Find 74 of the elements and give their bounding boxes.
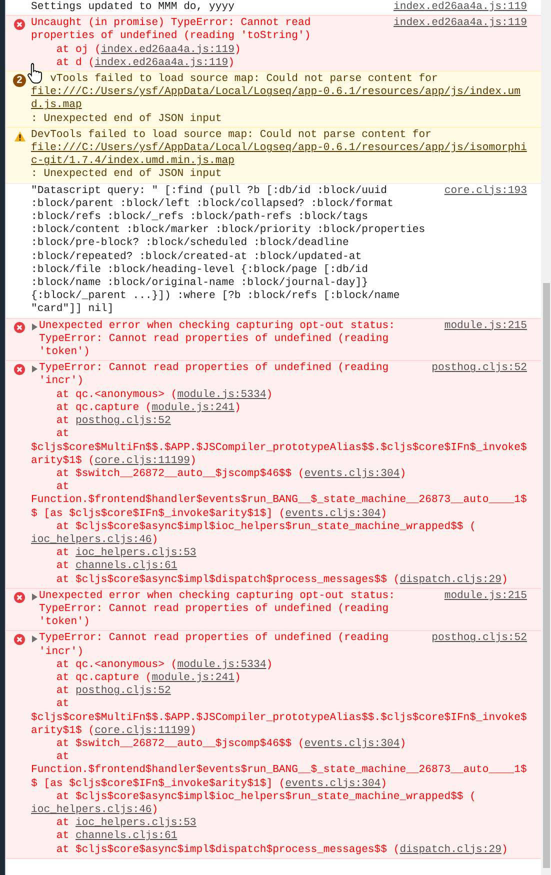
error-icon (14, 322, 25, 333)
stack-frame: at posthog.cljs:52 (31, 685, 527, 698)
source-link[interactable]: channels.cljs:61 (76, 830, 178, 844)
source-link[interactable]: module.js:5334 (177, 658, 266, 672)
stack-frame: at posthog.cljs:52 (31, 415, 527, 428)
source-link[interactable]: channels.cljs:61 (76, 560, 178, 574)
scrollbar-thumb[interactable] (543, 283, 550, 868)
source-link[interactable]: ioc_helpers.cljs:53 (76, 547, 196, 560)
message-text: vTools failed to load source map: Could not parse content for file:///C:/Users/ysf/AppData/Local/Logseq/app-0.6.1/resources/app/js/index.umd.js.map : Unexpected end of JSON input (31, 73, 527, 126)
stack-frame: at Function.$frontend$handler$events$run_BANG__$_state_machine__26873__auto____1$$ [as $cljs$core$IFn$_invoke$arity$1$] (events.cljs:304) (31, 481, 527, 521)
warning-icon (14, 130, 26, 142)
stack-frame: at $cljs$core$async$impl$ioc_helpers$run_state_machine_wrapped$$ ( ioc_helpers.cljs:46) (31, 790, 527, 818)
message-text: TypeError: Cannot read properties of undefined (reading 'incr') (39, 362, 390, 389)
source-link[interactable]: ioc_helpers.cljs:53 (76, 817, 196, 830)
stack-frame: at channels.cljs:61 (31, 560, 527, 574)
error-icon (14, 592, 25, 603)
stack-frame: at channels.cljs:61 (31, 830, 527, 844)
source-link[interactable]: ioc_helpers.cljs:46 (31, 804, 152, 818)
source-link[interactable]: posthog.cljs:52 (76, 685, 171, 698)
source-link[interactable]: index.ed26aa4a.js:119 (393, 1, 527, 14)
source-link[interactable]: events.cljs:304 (304, 738, 400, 752)
source-link[interactable]: core.cljs:11199 (94, 454, 190, 468)
source-link[interactable]: posthog.cljs:52 (432, 632, 527, 646)
error-icon (14, 364, 25, 376)
source-link[interactable]: module.js:5334 (177, 388, 266, 402)
source-link[interactable]: events.cljs:304 (304, 468, 400, 482)
source-link[interactable]: index.ed26aa4a.js:119 (100, 44, 234, 57)
error-icon (14, 19, 25, 30)
stack-frame: at oj (index.ed26aa4a.js:119) (31, 44, 527, 57)
stack-frame: at qc.capture (module.js:241) (31, 672, 527, 686)
message-text: Unexpected error when checking capturing opt-out status: TypeError: Cannot read properties of undefined (reading 'token') (39, 320, 396, 360)
source-link[interactable]: posthog.cljs:52 (76, 415, 171, 428)
source-link[interactable]: events.cljs:304 (285, 508, 381, 521)
source-link[interactable]: ioc_helpers.cljs:46 (31, 534, 152, 548)
source-link[interactable]: module.js:215 (444, 590, 527, 603)
expand-triangle-icon[interactable] (31, 592, 38, 601)
message-text: DevTools failed to load source map: Could not parse content for file:///C:/Users/ysf/AppData/Local/Logseq/app-0.6.1/resources/app/js/isomorphic-git/1.7.4/index.umd.min.js.map : Unexpected end of JSON input (31, 128, 527, 182)
stack-frame: at $cljs$core$MultiFn$$.$APP.$JSCompiler_prototypeAlias$$.$cljs$core$IFn$_invoke$arity$1$ (core.cljs:11199) (31, 698, 527, 738)
expand-triangle-icon[interactable] (31, 635, 38, 644)
stack-frame: at qc.capture (module.js:241) (31, 402, 527, 416)
expand-triangle-icon[interactable] (31, 322, 38, 331)
source-link[interactable]: index.ed26aa4a.js:119 (393, 17, 527, 30)
repeat-count-badge: 2 (13, 74, 26, 88)
stack-frame: at $cljs$core$async$impl$dispatch$process_messages$$ (dispatch.cljs:29) (31, 844, 527, 857)
stack-frame: at d (index.ed26aa4a.js:119) (31, 56, 527, 70)
source-link[interactable]: dispatch.cljs:29 (400, 574, 502, 587)
source-link[interactable]: module.js:215 (444, 320, 527, 333)
expand-triangle-icon[interactable] (31, 365, 38, 374)
message-text: Uncaught (in promise) TypeError: Cannot read properties of undefined (reading 'toString') (31, 17, 312, 44)
source-link[interactable]: events.cljs:304 (285, 778, 381, 791)
source-link[interactable]: file:///C:/Users/ysf/AppData/Local/Logseq/app-0.6.1/resources/app/js/index.umd.js.map (31, 86, 527, 113)
stack-frame: at qc.<anonymous> (module.js:5334) (31, 658, 527, 672)
message-text: "Datascript query: " [:find (pull ?b [:db/id :block/uuid :block/parent :block/left :block/collapsed? :block/format :block/refs :block/_refs :block/path-refs :block/tags :block/content :block/marker :block/priority :block/properties :block/pre-block? :block/scheduled :block/deadline :block/repeated? :block/created-at :block/updated-at :block/file :block/heading-level {:block/page [:db/id :block/name :block/original-name :block/journal-day]} {:block/_parent ...}]) :where [?b :block/refs [:block/name "card"]] nil] (31, 184, 426, 317)
stack-frame: at ioc_helpers.cljs:53 (31, 817, 527, 830)
source-link[interactable]: module.js:241 (152, 402, 234, 416)
source-link[interactable]: module.js:241 (152, 672, 234, 686)
stack-frame: at $cljs$core$async$impl$dispatch$process_messages$$ (dispatch.cljs:29) (31, 574, 527, 587)
stack-frame: at qc.<anonymous> (module.js:5334) (31, 388, 527, 402)
stack-frame: at $switch__26872__auto__$jscomp$46$$ (events.cljs:304) (31, 738, 527, 752)
stack-frame: at $switch__26872__auto__$jscomp$46$$ (events.cljs:304) (31, 468, 527, 482)
source-link[interactable]: index.ed26aa4a.js:119 (94, 56, 228, 70)
source-link[interactable]: core.cljs:193 (444, 184, 527, 198)
stack-frame: at $cljs$core$async$impl$ioc_helpers$run_state_machine_wrapped$$ ( ioc_helpers.cljs:46) (31, 520, 527, 548)
message-text: Settings updated to MMM do, yyyy (31, 1, 236, 14)
stack-frame: at ioc_helpers.cljs:53 (31, 547, 527, 560)
source-link[interactable]: posthog.cljs:52 (432, 362, 527, 376)
source-link[interactable]: core.cljs:11199 (94, 724, 190, 738)
message-text: Unexpected error when checking capturing opt-out status: TypeError: Cannot read properties of undefined (reading 'token') (39, 590, 396, 630)
stack-frame: at Function.$frontend$handler$events$run_BANG__$_state_machine__26873__auto____1$$ [as $cljs$core$IFn$_invoke$arity$1$] (events.cljs:304) (31, 751, 527, 791)
error-icon (14, 634, 25, 646)
stack-frame: at $cljs$core$MultiFn$$.$APP.$JSCompiler_prototypeAlias$$.$cljs$core$IFn$_invoke$arity$1$ (core.cljs:11199) (31, 428, 527, 468)
source-link[interactable]: file:///C:/Users/ysf/AppData/Local/Logseq/app-0.6.1/resources/app/js/isomorphic-git/1.7.4/index.umd.min.js.map (31, 142, 527, 168)
source-link[interactable]: dispatch.cljs:29 (400, 844, 502, 857)
message-text: TypeError: Cannot read properties of undefined (reading 'incr') (39, 632, 390, 659)
